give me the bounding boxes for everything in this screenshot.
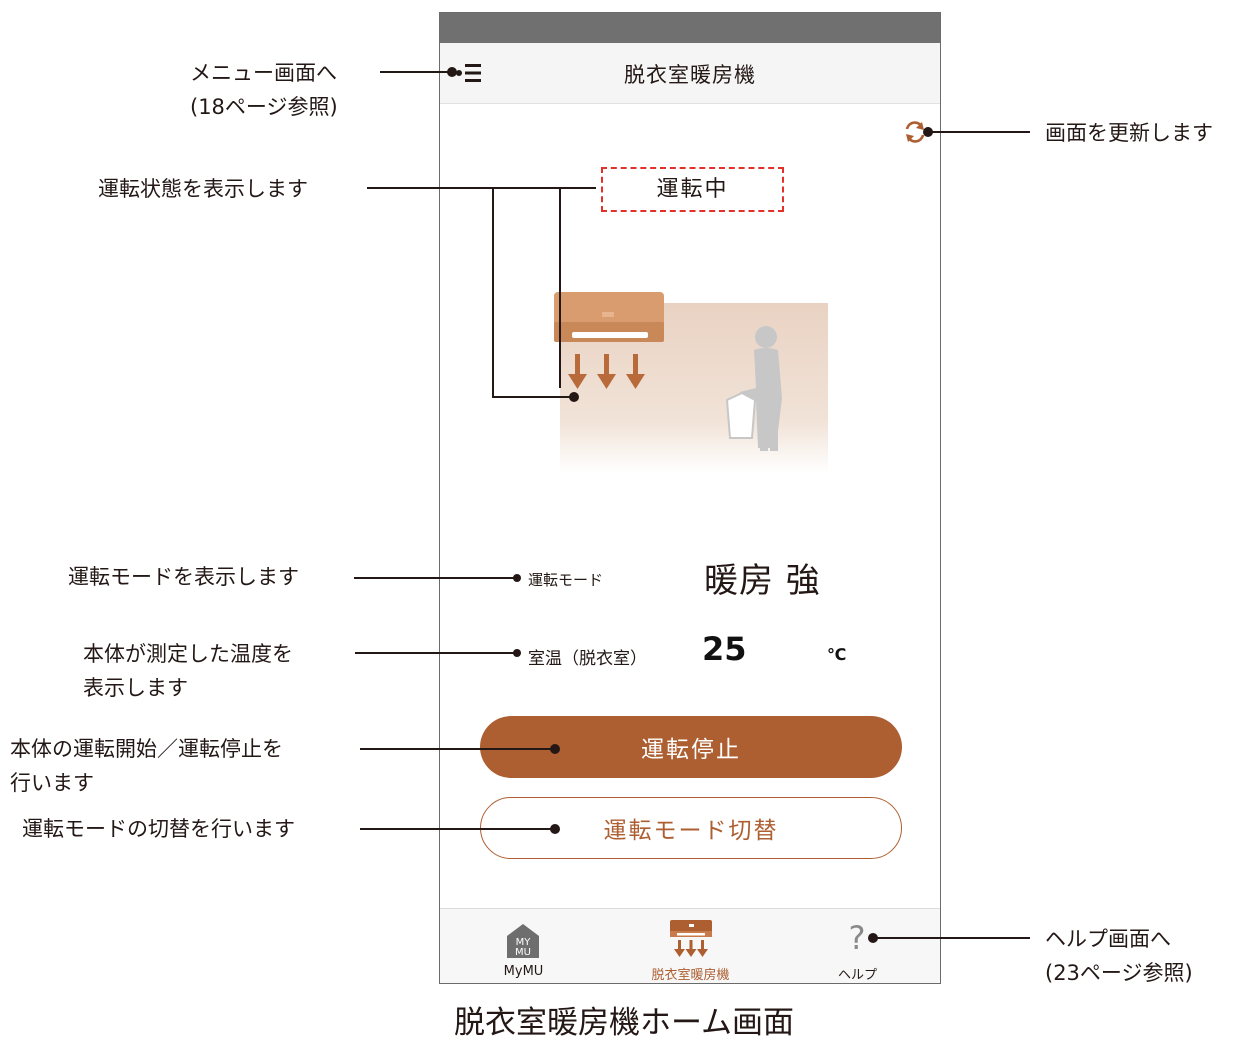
refresh-button[interactable] <box>902 119 928 145</box>
towel-icon <box>725 391 757 439</box>
tab-mymu-label: MyMU <box>503 964 544 979</box>
warm-air-arrows-icon <box>568 354 645 389</box>
mode-value: 暖房 強 <box>704 561 821 601</box>
tab-heater-label: 脱衣室暖房機 <box>651 968 730 983</box>
temperature-value: 25 <box>702 630 747 668</box>
heater-icon <box>670 920 712 957</box>
temperature-unit: ℃ <box>827 645 847 664</box>
callout-menu-line2: (18ページ参照) <box>190 95 338 119</box>
mode-switch-button[interactable]: 運転モード切替 <box>480 797 902 859</box>
callout-mode-switch: 運転モードの切替を行います <box>22 817 295 841</box>
callout-start-stop: 本体の運転開始／運転停止を 行います <box>10 732 283 800</box>
callout-help-line2: (23ページ参照) <box>1045 961 1193 985</box>
bottom-tab-bar: MY MU MyMU 脱衣室暖房機 ? ヘルプ <box>440 908 940 983</box>
callout-refresh: 画面を更新します <box>1045 121 1213 145</box>
callout-temperature-line1: 本体が測定した温度を <box>83 642 293 666</box>
callout-menu: メニュー画面へ (18ページ参照) <box>190 56 338 124</box>
callout-start-stop-line2: 行います <box>10 771 94 795</box>
tab-mymu[interactable]: MY MU MyMU <box>440 909 607 983</box>
mode-label: 運転モード <box>528 571 604 589</box>
status-bar <box>440 13 940 43</box>
figure-caption: 脱衣室暖房機ホーム画面 <box>453 1005 795 1041</box>
callout-help-line1: ヘルプ画面へ <box>1045 927 1171 951</box>
callout-temperature-line2: 表示します <box>83 676 188 700</box>
tab-heater[interactable]: 脱衣室暖房機 <box>607 909 774 983</box>
callout-start-stop-line1: 本体の運転開始／運転停止を <box>10 737 283 761</box>
callout-mode: 運転モードを表示します <box>68 565 299 589</box>
mymu-house-icon: MY MU <box>507 924 539 958</box>
refresh-icon <box>905 121 925 143</box>
stop-operation-button[interactable]: 運転停止 <box>480 716 902 778</box>
help-question-icon: ? <box>849 919 866 955</box>
callout-temperature: 本体が測定した温度を 表示します <box>83 637 293 705</box>
tab-help-label: ヘルプ <box>837 968 877 983</box>
phone-screen: 脱衣室暖房機 運転中 運転モード 暖房 強 室温（脱衣室） 25 ℃ 運転停止 … <box>439 12 941 984</box>
callout-status: 運転状態を表示します <box>98 177 308 201</box>
svg-text:MU: MU <box>515 947 531 958</box>
app-header: 脱衣室暖房機 <box>440 43 940 104</box>
heater-unit <box>554 292 664 342</box>
tab-help[interactable]: ? ヘルプ <box>774 909 940 983</box>
heater-room-illustration <box>554 292 828 473</box>
app-title: 脱衣室暖房機 <box>624 63 756 87</box>
callout-help: ヘルプ画面へ (23ページ参照) <box>1045 922 1193 990</box>
callout-menu-line1: メニュー画面へ <box>190 61 337 85</box>
svg-text:?: ? <box>849 919 866 955</box>
temperature-label: 室温（脱衣室） <box>528 649 647 669</box>
operation-status: 運転中 <box>601 167 784 212</box>
